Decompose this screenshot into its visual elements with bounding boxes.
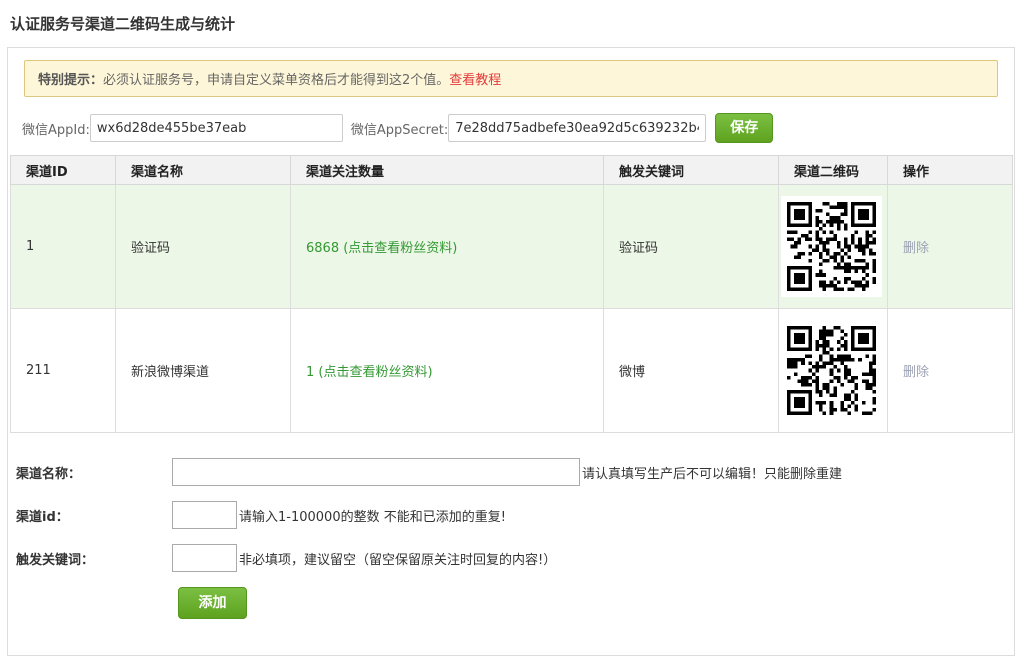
add-channel-form: 渠道名称： 请认真填写生产后不可以编辑！只能删除重建 渠道id： 请输入1-10… [16,458,1014,619]
cell-channel-name: 新浪微博渠道 [116,309,291,433]
trigger-keyword-label: 触发关键词： [16,549,172,568]
channel-id-label: 渠道id： [16,506,172,525]
cell-channel-id: 1 [11,185,116,309]
alert-banner: 特别提示：必须认证服务号，申请自定义菜单资格后才能得到这2个值。查看教程 [24,60,998,97]
page-title: 认证服务号渠道二维码生成与统计 [0,0,1022,34]
appid-input[interactable] [90,114,343,142]
header-trigger-keyword: 触发关键词 [604,156,779,185]
channel-name-label: 渠道名称： [16,463,172,482]
header-channel-name: 渠道名称 [116,156,291,185]
cell-channel-id: 211 [11,309,116,433]
header-actions: 操作 [888,156,1013,185]
appsecret-input[interactable] [448,114,706,142]
cell-trigger-keyword: 微博 [604,309,779,433]
header-follow-count: 渠道关注数量 [291,156,604,185]
main-panel: 特别提示：必须认证服务号，申请自定义菜单资格后才能得到这2个值。查看教程 微信A… [7,47,1015,656]
channels-table: 渠道ID 渠道名称 渠道关注数量 触发关键词 渠道二维码 操作 1 验证码 68… [10,155,1013,433]
view-tutorial-link[interactable]: 查看教程 [449,73,501,88]
channel-id-hint: 请输入1-100000的整数 不能和已添加的重复! [239,506,506,525]
appid-label: 微信AppId: [22,119,90,138]
header-channel-id: 渠道ID [11,156,116,185]
trigger-keyword-hint: 非必填项，建议留空（留空保留原关注时回复的内容!） [239,549,556,568]
save-button[interactable]: 保存 [715,113,773,143]
add-button[interactable]: 添加 [178,587,247,619]
qr-code [781,320,882,421]
channel-name-hint: 请认真填写生产后不可以编辑！只能删除重建 [582,463,842,482]
header-qrcode: 渠道二维码 [779,156,888,185]
delete-link[interactable]: 删除 [903,241,929,256]
alert-prefix: 特别提示： [38,73,103,88]
delete-link[interactable]: 删除 [903,365,929,380]
channel-name-input[interactable] [172,458,580,486]
fans-detail-link[interactable]: 1 (点击查看粉丝资料) [306,365,433,380]
qr-code [781,196,882,297]
cell-channel-name: 验证码 [116,185,291,309]
cell-trigger-keyword: 验证码 [604,185,779,309]
trigger-keyword-input[interactable] [172,544,237,572]
fans-detail-link[interactable]: 6868 (点击查看粉丝资料) [306,241,457,256]
table-row: 1 验证码 6868 (点击查看粉丝资料) 验证码 删除 [11,185,1013,309]
channel-id-input[interactable] [172,501,237,529]
credentials-form: 微信AppId: 微信AppSecret: 保存 [14,113,1008,143]
table-row: 211 新浪微博渠道 1 (点击查看粉丝资料) 微博 删除 [11,309,1013,433]
table-header-row: 渠道ID 渠道名称 渠道关注数量 触发关键词 渠道二维码 操作 [11,156,1013,185]
appsecret-label: 微信AppSecret: [351,119,448,138]
alert-text: 必须认证服务号，申请自定义菜单资格后才能得到这2个值。 [103,73,449,88]
